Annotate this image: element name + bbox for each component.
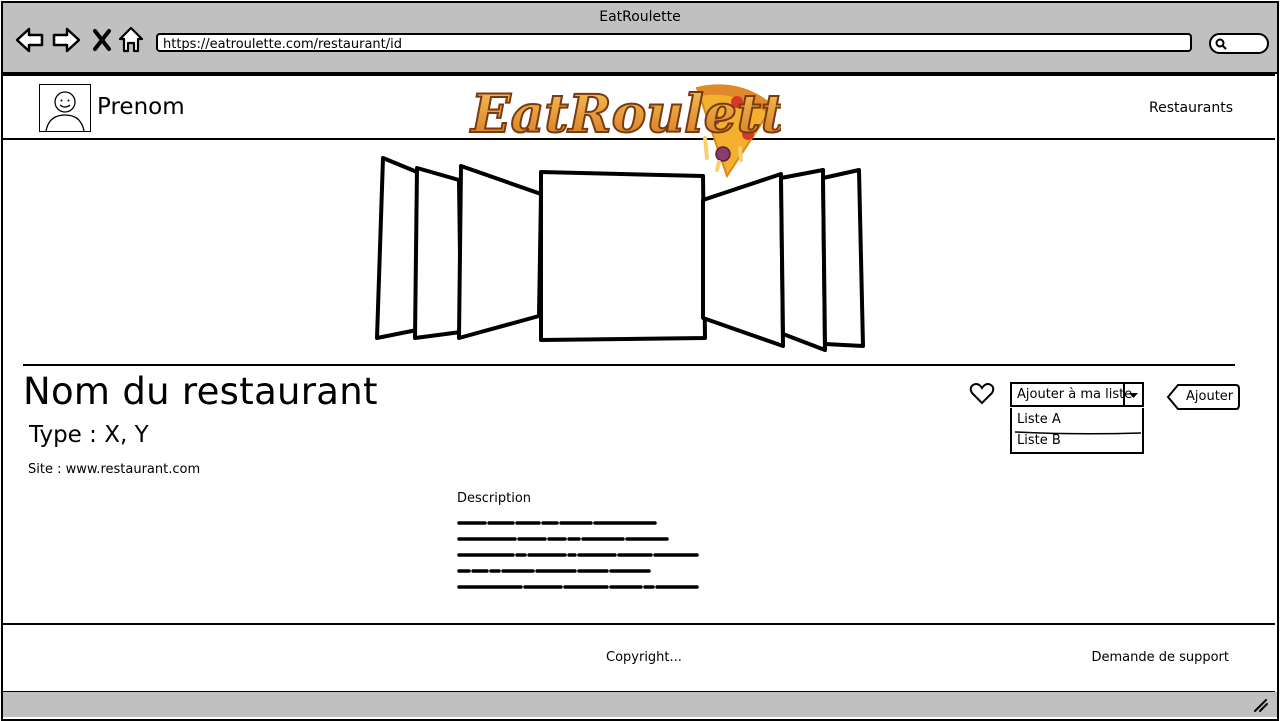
close-icon[interactable] (91, 25, 113, 55)
restaurant-type: Type : X, Y (29, 422, 149, 448)
add-button[interactable]: Ajouter (1166, 384, 1240, 410)
site-header: Prenom EatRoulette Restaurants (3, 74, 1275, 178)
carousel-slide-mid-right (779, 168, 827, 352)
carousel-slide-left (457, 164, 543, 340)
section-divider (23, 364, 1235, 366)
resize-handle-icon[interactable] (1253, 698, 1269, 712)
heart-icon[interactable] (969, 382, 995, 406)
carousel-slide-far-left (375, 156, 419, 340)
browser-search-box[interactable] (1209, 33, 1269, 54)
restaurant-name: Nom du restaurant (23, 370, 378, 413)
user-name[interactable]: Prenom (97, 94, 185, 120)
avatar[interactable] (39, 84, 91, 132)
address-bar[interactable]: https://eatroulette.com/restaurant/id (156, 33, 1192, 52)
dropdown-option[interactable]: Liste A (1017, 412, 1061, 427)
dropdown-arrow[interactable] (1123, 384, 1142, 405)
list-select-value: Ajouter à ma liste (1017, 387, 1133, 402)
copyright-text: Copyright... (606, 650, 682, 665)
back-arrow-icon[interactable] (15, 25, 45, 55)
list-dropdown: Liste A Liste B (1010, 408, 1144, 454)
restaurants-link[interactable]: Restaurants (1149, 100, 1233, 116)
restaurant-site[interactable]: Site : www.restaurant.com (28, 462, 200, 477)
description-title: Description (457, 491, 532, 506)
window-title: EatRoulette (599, 9, 681, 25)
logo-text: EatRoulette (469, 84, 781, 145)
page-content: Prenom EatRoulette Restaurants (3, 74, 1277, 693)
add-button-label: Ajouter (1186, 389, 1234, 404)
status-bar (3, 692, 1277, 717)
forward-arrow-icon[interactable] (51, 25, 81, 55)
description-text-placeholder (457, 521, 735, 589)
dropdown-option[interactable]: Liste B (1017, 433, 1061, 448)
search-icon (1215, 38, 1227, 50)
carousel-slide-right (701, 172, 785, 348)
support-link[interactable]: Demande de support (1091, 650, 1229, 665)
carousel-slide-far-right (821, 168, 865, 348)
list-select[interactable]: Ajouter à ma liste (1010, 382, 1144, 407)
carousel-slide-center (539, 170, 707, 342)
home-icon[interactable] (117, 25, 145, 55)
browser-toolbar: EatRoulette https://eatroulette.com/rest… (3, 3, 1277, 74)
chevron-down-icon (1129, 393, 1138, 398)
site-footer: Copyright... Demande de support (3, 623, 1275, 693)
image-carousel[interactable] (363, 152, 883, 362)
carousel-slide-mid-left (413, 166, 463, 340)
